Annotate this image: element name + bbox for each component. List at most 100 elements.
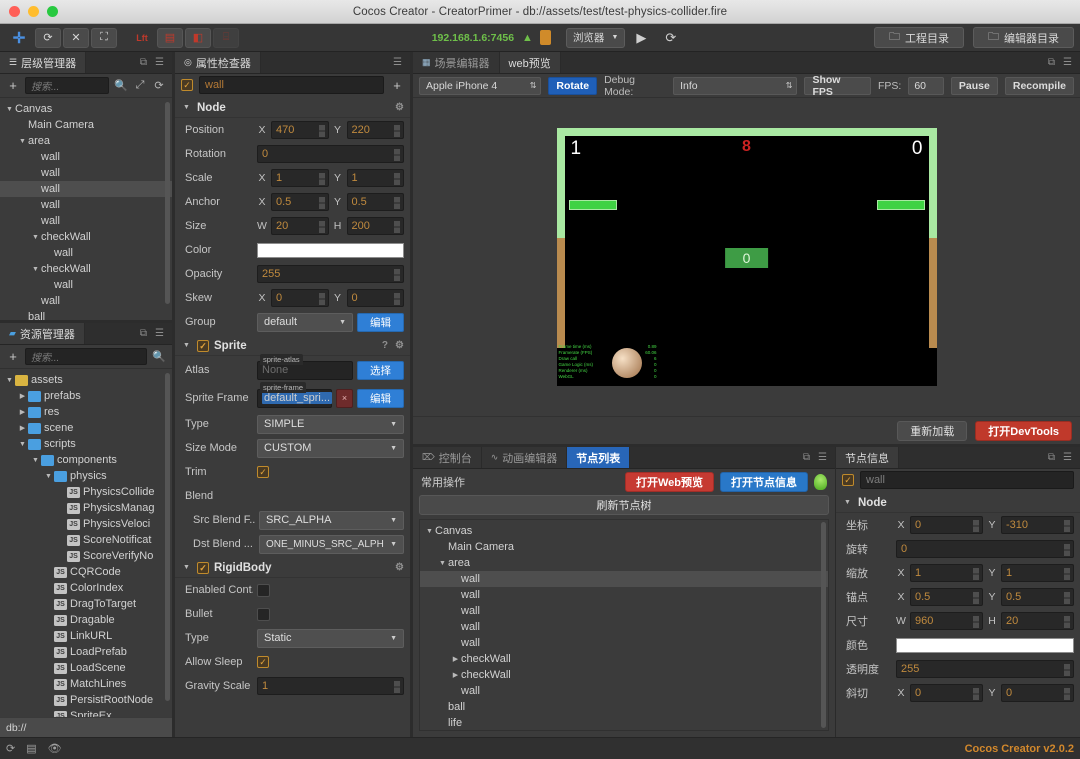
refresh-node-tree-button[interactable]: 刷新节点树 [419, 495, 829, 515]
add-node-icon[interactable]: ✛ [6, 28, 32, 48]
tree-item[interactable]: wall [0, 181, 172, 197]
open-web-preview-button[interactable]: 打开Web预览 [624, 472, 714, 492]
nodeinfo-enabled-checkbox[interactable]: ✓ [842, 474, 854, 486]
enabled-contact-checkbox[interactable] [257, 583, 270, 597]
open-devtools-button[interactable]: 打开DevTools [975, 420, 1072, 441]
tab-hierarchy[interactable]: ☰ 层级管理器 [0, 52, 87, 73]
chevron-down-icon[interactable]: ▼ [30, 234, 41, 241]
ni-scale-y-input[interactable]: 1 [1001, 564, 1074, 582]
trim-checkbox[interactable]: ✓ [257, 466, 269, 478]
chevron-down-icon[interactable]: ▼ [437, 560, 448, 567]
atlas-field[interactable]: sprite-atlas None [257, 353, 353, 380]
tree-item[interactable]: ▶ res [0, 404, 172, 420]
tree-item[interactable]: wall [0, 277, 172, 293]
tree-item[interactable]: JS ScoreVerifyNo [0, 548, 172, 564]
group-select[interactable]: default ▼ [257, 312, 353, 332]
tree-item[interactable]: wall [420, 683, 828, 699]
node-name-input[interactable]: wall [199, 76, 384, 94]
tree-item[interactable]: wall [0, 245, 172, 261]
chevron-right-icon[interactable]: ▶ [17, 392, 28, 400]
hierarchy-search-input[interactable]: 搜索... [25, 77, 109, 94]
search-icon[interactable]: 🔍 [114, 79, 128, 92]
chevron-down-icon[interactable]: ▼ [424, 528, 435, 535]
scale-x-input[interactable]: 1 [271, 169, 329, 187]
help-icon-sprite[interactable]: ? [382, 340, 388, 351]
tree-item[interactable]: wall [0, 165, 172, 181]
tree-item[interactable]: Main Camera [0, 117, 172, 133]
chevron-down-icon[interactable]: ▼ [17, 441, 28, 448]
tree-item[interactable]: ▶ checkWall [420, 667, 828, 683]
recompile-button[interactable]: Recompile [1004, 76, 1074, 95]
tree-item[interactable]: ▼ area [420, 555, 828, 571]
ni-size-w-input[interactable]: 960 [910, 612, 983, 630]
tree-item[interactable]: wall [0, 293, 172, 309]
tree-item[interactable]: JS PhysicsCollide [0, 484, 172, 500]
tree-item[interactable]: JS ColorIndex [0, 580, 172, 596]
sync-status-icon[interactable]: ⟳ [6, 742, 15, 755]
move-tool-icon[interactable]: ⟳ [35, 27, 61, 48]
rigidbody-enabled-checkbox[interactable]: ✓ [197, 561, 209, 574]
ni-skew-y-input[interactable]: 0 [1001, 684, 1074, 702]
tab-console[interactable]: ⌦ 控制台 [413, 447, 482, 468]
tree-item[interactable]: ball [0, 309, 172, 320]
ni-color-swatch[interactable] [896, 637, 1074, 653]
add-component-icon[interactable]: + [390, 78, 404, 93]
tree-item[interactable]: ball [420, 699, 828, 715]
popout-icon-5[interactable]: ⧉ [1048, 452, 1055, 463]
opacity-input[interactable]: 255 [257, 265, 404, 283]
node-enabled-checkbox[interactable]: ✓ [181, 79, 193, 91]
ni-rotation-input[interactable]: 0 [896, 540, 1074, 558]
tree-item[interactable]: wall [420, 635, 828, 651]
assets-search-icon[interactable]: 🔍 [152, 350, 166, 363]
panel-menu-icon-5[interactable]: ☰ [818, 452, 827, 463]
assets-add-icon[interactable]: + [6, 349, 20, 364]
sprite-frame-edit-button[interactable]: 编辑 [357, 388, 404, 408]
rotate-button[interactable]: Rotate [548, 76, 598, 95]
project-dir-button[interactable]: 🗀 工程目录 [874, 27, 964, 48]
tree-item[interactable]: ▼ checkWall [0, 261, 172, 277]
chevron-right-icon[interactable]: ▶ [450, 655, 461, 663]
log-status-icon[interactable]: ▤ [26, 742, 36, 755]
size-mode-select[interactable]: CUSTOM ▼ [257, 438, 404, 458]
section-rigidbody-header[interactable]: ▼ ✓ RigidBody ⚙ [175, 558, 410, 578]
panel-menu-icon-6[interactable]: ☰ [1063, 452, 1072, 463]
editor-dir-button[interactable]: 🗀 编辑器目录 [973, 27, 1074, 48]
tab-scene-editor[interactable]: ▦ 场景编辑器 [413, 52, 500, 73]
tree-item[interactable]: wall [420, 587, 828, 603]
chevron-down-icon[interactable]: ▼ [43, 473, 54, 480]
tab-web-preview[interactable]: web预览 [499, 52, 561, 73]
size-w-input[interactable]: 20 [271, 217, 329, 235]
anchor-x-input[interactable]: 0.5 [271, 193, 329, 211]
position-x-input[interactable]: 470 [271, 121, 329, 139]
gear-icon-rigidbody[interactable]: ⚙ [395, 562, 404, 573]
game-canvas[interactable]: 1 8 0 0 Frame time (ms) 0.89 Framerate (FP… [556, 128, 937, 386]
panel-menu-icon[interactable]: ☰ [155, 57, 164, 68]
tree-item[interactable]: wall [0, 149, 172, 165]
chevron-right-icon[interactable]: ▶ [17, 424, 28, 432]
tree-item[interactable]: ▶ checkWall [420, 651, 828, 667]
ni-size-h-input[interactable]: 20 [1001, 612, 1074, 630]
play-button[interactable]: ▶ [628, 30, 654, 46]
panel-menu-icon-4[interactable]: ☰ [1063, 57, 1072, 68]
ni-coords-y-input[interactable]: -310 [1001, 516, 1074, 534]
ni-coords-x-input[interactable]: 0 [910, 516, 983, 534]
tree-item[interactable]: ▼ scripts [0, 436, 172, 452]
assets-scrollbar[interactable] [165, 373, 170, 701]
tree-item[interactable]: JS SpriteEx [0, 708, 172, 717]
rotation-input[interactable]: 0 [257, 145, 404, 163]
tree-item[interactable]: wall [420, 619, 828, 635]
tree-item[interactable]: ▼ checkWall [0, 229, 172, 245]
assets-tree[interactable]: ▼ assets ▶ prefabs ▶ res ▶ scene ▼ scripts ▼ compon… [0, 369, 172, 717]
pause-button[interactable]: Pause [950, 76, 998, 95]
tab-inspector[interactable]: ◎ 属性检查器 [175, 52, 261, 73]
chevron-down-icon-nodeinfo[interactable]: ▼ [842, 499, 853, 506]
tree-item[interactable]: JS LoadPrefab [0, 644, 172, 660]
hierarchy-tree[interactable]: ▼ Canvas Main Camera ▼ area wall wall wall wall w… [0, 98, 172, 320]
eye-status-icon[interactable]: 👁 [48, 742, 62, 755]
chevron-down-icon-sprite[interactable]: ▼ [181, 342, 192, 349]
show-fps-button[interactable]: Show FPS [804, 74, 871, 98]
tab-node-list[interactable]: 节点列表 [567, 447, 631, 468]
nodeinfo-section-header[interactable]: ▼ Node [836, 493, 1080, 513]
hierarchy-add-icon[interactable]: + [6, 78, 20, 93]
align-anchor-icon[interactable]: ⌸ [213, 27, 239, 48]
